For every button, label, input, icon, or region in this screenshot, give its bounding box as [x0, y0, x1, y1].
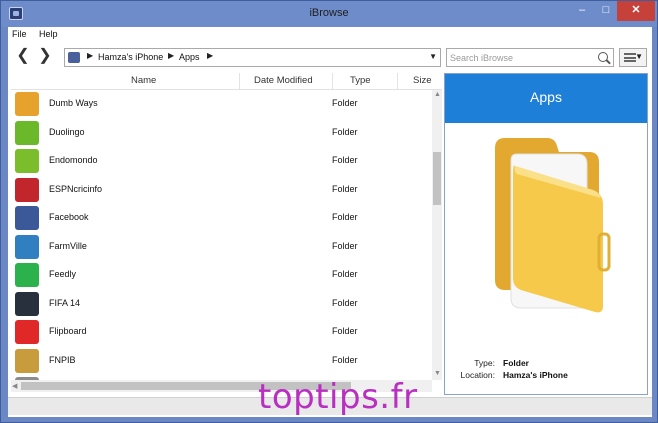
- scroll-up-icon[interactable]: ▲: [434, 91, 441, 98]
- row-type: Folder: [332, 297, 358, 308]
- close-button[interactable]: ✕: [617, 1, 655, 21]
- row-name: ESPNcricinfo: [49, 183, 103, 194]
- espncricinfo-icon: [15, 177, 39, 202]
- table-row[interactable]: Endomondo Folder: [11, 147, 431, 175]
- row-type: Folder: [332, 126, 358, 137]
- app-window: iBrowse – □ ✕ File Help ❮ ❯ ▶ Hamza's iP…: [0, 0, 658, 423]
- row-type: Folder: [332, 269, 358, 279]
- table-row[interactable]: Duolingo Folder: [11, 119, 431, 147]
- breadcrumb-separator-icon[interactable]: ▶: [87, 51, 93, 60]
- scroll-down-icon[interactable]: ▼: [434, 370, 441, 377]
- table-row[interactable]: ESPNcricinfo Folder: [11, 176, 431, 204]
- column-divider[interactable]: [397, 73, 398, 89]
- breadcrumb-apps[interactable]: Apps: [179, 52, 200, 62]
- row-name: Facebook: [49, 212, 89, 222]
- facebook-icon: [15, 206, 39, 230]
- column-name[interactable]: Name: [131, 75, 156, 86]
- breadcrumb-separator-icon[interactable]: ▶: [168, 51, 174, 60]
- row-type: Folder: [332, 326, 358, 336]
- table-row[interactable]: Flipboard Folder: [11, 318, 431, 346]
- row-name: Duolingo: [49, 126, 85, 137]
- search-icon[interactable]: [598, 52, 608, 62]
- row-name: Feedly: [49, 269, 77, 279]
- maximize-button[interactable]: □: [595, 1, 617, 21]
- fifa-14-icon: [15, 291, 39, 316]
- chevron-down-icon: ▼: [635, 52, 643, 61]
- flipboard-icon: [15, 320, 39, 344]
- row-type: Folder: [332, 240, 358, 251]
- table-row[interactable]: Dumb Ways Folder: [11, 90, 431, 118]
- location-label: Location:: [460, 370, 496, 380]
- folder-icon: [495, 138, 611, 313]
- menu-help[interactable]: Help: [39, 29, 58, 39]
- title-bar[interactable]: iBrowse – □ ✕: [1, 1, 657, 27]
- minimize-button[interactable]: –: [569, 1, 595, 21]
- toolbar: ❮ ❯ ▶ Hamza's iPhone ▶ Apps ▶ ▼ ▼: [8, 43, 652, 73]
- vertical-scrollbar[interactable]: ▲ ▼: [432, 90, 442, 380]
- endomondo-icon: [15, 149, 39, 173]
- device-icon: [68, 52, 80, 63]
- row-name: Endomondo: [49, 155, 98, 165]
- column-size[interactable]: Size: [413, 75, 431, 86]
- forward-button[interactable]: ❯: [36, 47, 54, 67]
- menu-file[interactable]: File: [12, 29, 27, 39]
- column-divider[interactable]: [239, 73, 240, 89]
- address-bar[interactable]: ▶ Hamza's iPhone ▶ Apps ▶ ▼: [64, 48, 441, 67]
- back-button[interactable]: ❮: [14, 47, 32, 67]
- row-type: Folder: [332, 354, 358, 365]
- breadcrumb-separator-icon[interactable]: ▶: [207, 51, 213, 60]
- duolingo-icon: [15, 120, 39, 145]
- chevron-down-icon[interactable]: ▼: [429, 52, 437, 61]
- row-name: Dumb Ways: [49, 98, 98, 108]
- row-name: FIFA 14: [49, 297, 81, 308]
- row-type: Folder: [332, 98, 358, 108]
- table-row[interactable]: Feedly Folder: [11, 261, 431, 289]
- row-name: FNPIB: [49, 354, 76, 365]
- table-row[interactable]: FNPIB Folder: [11, 347, 431, 375]
- search-input[interactable]: [450, 51, 590, 64]
- table-row[interactable]: FIFA 14 Folder: [11, 290, 431, 318]
- menu-bar: File Help: [8, 27, 652, 43]
- client-area: File Help ❮ ❯ ▶ Hamza's iPhone ▶ Apps ▶ …: [8, 27, 652, 417]
- table-row[interactable]: Facebook Folder: [11, 204, 431, 232]
- preview-pane: Apps Type: Folder Location: Hamza's iPho…: [444, 73, 648, 395]
- file-rows: Dumb Ways Folder Duolingo Folder Endomon…: [11, 90, 431, 380]
- row-name: FarmVille: [49, 240, 87, 251]
- search-box: [446, 48, 614, 67]
- file-list: Name Date Modified Type Size Dumb Ways F…: [11, 73, 442, 395]
- row-type: Folder: [332, 183, 358, 194]
- feedly-icon: [15, 263, 39, 287]
- column-type[interactable]: Type: [350, 75, 371, 86]
- view-options-button[interactable]: ▼: [619, 48, 647, 67]
- scroll-left-icon[interactable]: ◀: [12, 382, 17, 390]
- row-type: Folder: [332, 155, 358, 165]
- vertical-scroll-thumb[interactable]: [433, 152, 441, 205]
- dumb-ways-icon: [15, 92, 39, 116]
- farmville-icon: [15, 234, 39, 259]
- row-name: Flipboard: [49, 326, 87, 336]
- table-row[interactable]: FarmVille Folder: [11, 233, 431, 261]
- watermark: toptips.fr: [258, 377, 418, 417]
- type-label: Type:: [474, 358, 495, 368]
- column-divider[interactable]: [332, 73, 333, 89]
- type-value: Folder: [503, 358, 529, 368]
- preview-title: Apps: [445, 74, 647, 123]
- window-title: iBrowse: [309, 7, 349, 19]
- column-date-modified[interactable]: Date Modified: [254, 75, 313, 86]
- location-value: Hamza's iPhone: [503, 370, 568, 380]
- row-type: Folder: [332, 212, 358, 222]
- column-header: Name Date Modified Type Size: [11, 73, 442, 90]
- breadcrumb-device[interactable]: Hamza's iPhone: [98, 52, 163, 62]
- fnpib-icon: [15, 348, 39, 373]
